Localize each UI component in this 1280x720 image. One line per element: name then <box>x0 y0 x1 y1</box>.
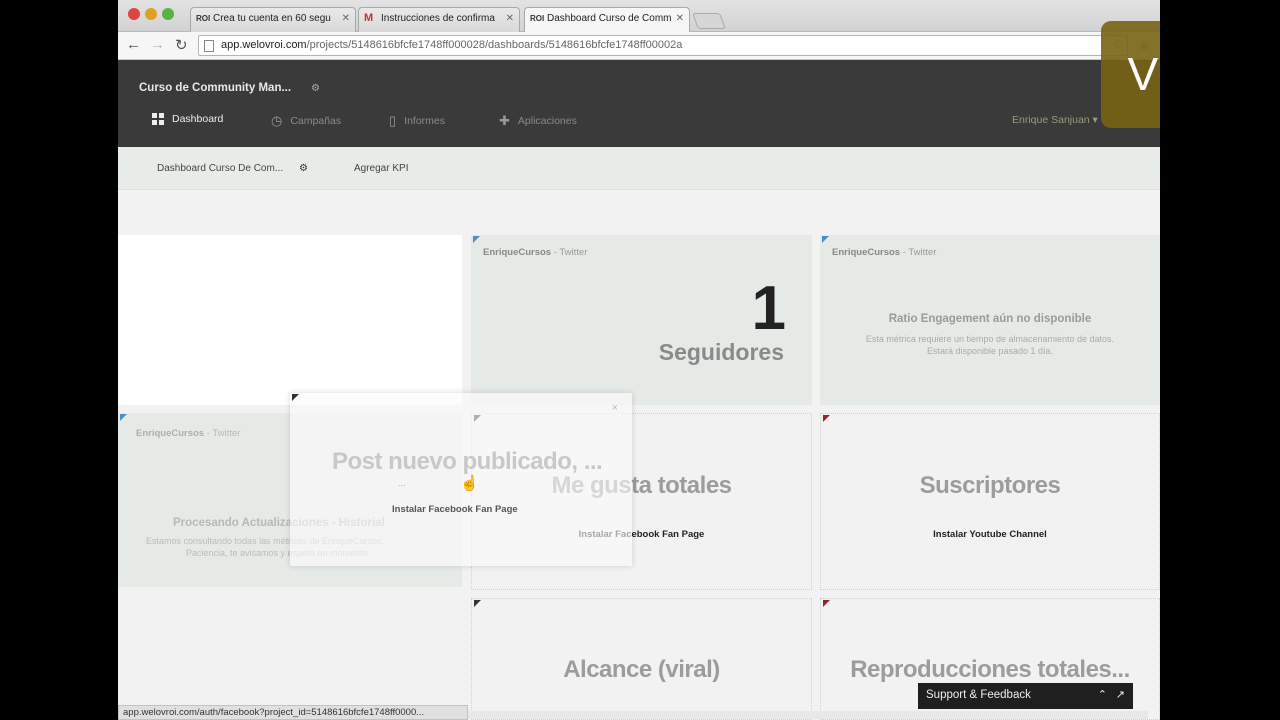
subscribers-title: Suscriptores <box>919 472 1061 499</box>
youtube-flag-icon <box>823 415 830 422</box>
nav-dashboard[interactable]: Dashboard <box>152 113 223 125</box>
install-facebook-link[interactable]: Instalar Facebook Fan Page <box>392 504 518 515</box>
nav-label: Dashboard <box>172 113 224 125</box>
dashboard-name[interactable]: Dashboard Curso De Com... <box>157 163 283 174</box>
followers-widget[interactable]: EnriqueCursos - Twitter 1 Seguidores <box>471 235 812 405</box>
tab-title: Instrucciones de confirma <box>381 13 495 24</box>
browser-window: ROI Crea tu cuenta en 60 segu ✕ M Instru… <box>118 0 1160 720</box>
install-youtube-link[interactable]: Instalar Youtube Channel <box>821 529 1159 540</box>
tab-close-icon[interactable]: ✕ <box>506 13 514 24</box>
nav-applications[interactable]: ✚ Aplicaciones <box>499 113 577 129</box>
letterbox-right <box>1160 0 1280 720</box>
facebook-flag-icon <box>292 394 299 401</box>
tab-title: Dashboard Curso de Comm <box>547 13 672 24</box>
gmail-favicon-icon: M <box>364 12 374 24</box>
widget-source: EnriqueCursos - Twitter <box>832 247 937 258</box>
status-bar: app.welovroi.com/auth/facebook?project_i… <box>118 705 468 720</box>
forward-arrow-icon[interactable]: → <box>150 36 165 53</box>
loading-indicator: ... <box>398 478 406 488</box>
project-title[interactable]: Curso de Community Man... <box>139 82 291 94</box>
browser-tab-dashboard[interactable]: ROI Dashboard Curso de Comm ✕ <box>524 7 690 33</box>
browser-toolbar: ← → ↻ app.welovroi.com/projects/5148616b… <box>118 32 1160 60</box>
page-icon <box>204 40 214 52</box>
user-menu[interactable]: Enrique Sanjuan ▾ <box>1012 114 1098 126</box>
dashboard-subnav: Dashboard Curso De Com... ⚙ Agregar KPI <box>118 147 1160 190</box>
support-feedback-widget[interactable]: Support & Feedback ⌃ ↗ <box>918 683 1133 709</box>
tab-close-icon[interactable]: ✕ <box>676 13 684 24</box>
browser-tab-gmail[interactable]: M Instrucciones de confirma ✕ <box>358 7 520 32</box>
pointer-cursor-icon: ☝ <box>460 475 479 492</box>
clock-icon: ◷ <box>271 113 283 128</box>
twitter-flag-icon <box>822 236 829 243</box>
reload-icon[interactable]: ↻ <box>175 36 188 54</box>
widget-source: EnriqueCursos - Twitter <box>483 247 588 258</box>
followers-label: Seguidores <box>658 339 784 365</box>
add-kpi-link[interactable]: Agregar KPI <box>354 163 408 174</box>
reach-title: Alcance (viral) <box>563 656 720 683</box>
minimize-window-button[interactable] <box>145 8 157 20</box>
settings-gear-icon[interactable]: ⚙ <box>299 163 308 174</box>
close-icon[interactable]: × <box>612 402 618 414</box>
app-header: Curso de Community Man... ⚙ Dashboard ◷ … <box>118 60 1160 147</box>
twitter-flag-icon <box>120 414 127 421</box>
nav-label: Campañas <box>290 115 342 127</box>
roi-favicon-icon: ROI <box>196 14 211 23</box>
tab-close-icon[interactable]: ✕ <box>342 13 350 24</box>
nav-label: Aplicaciones <box>517 115 577 127</box>
engagement-note: Esta métrica requiere un tiempo de almac… <box>865 334 1115 356</box>
url-path: /projects/5148616bfcfe1748ff000028/dashb… <box>306 39 683 51</box>
nav-reports[interactable]: ▯ Informes <box>389 113 445 129</box>
support-label: Support & Feedback <box>926 689 1031 701</box>
tab-strip: ROI Crea tu cuenta en 60 segu ✕ M Instru… <box>118 0 1160 33</box>
new-tab-button[interactable] <box>692 13 726 29</box>
plays-title: Reproducciones totales... <box>850 656 1130 683</box>
modal-heading: Post nuevo publicado, ... <box>332 448 603 475</box>
engagement-widget[interactable]: EnriqueCursos - Twitter Ratio Engagement… <box>820 235 1160 405</box>
back-arrow-icon[interactable]: ← <box>126 36 141 53</box>
widget-source: EnriqueCursos - Twitter <box>136 428 241 439</box>
youtube-flag-icon <box>823 600 830 607</box>
popout-icon[interactable]: ↗ <box>1116 688 1125 701</box>
visor-watermark: Visor <box>1101 21 1160 128</box>
gear-icon[interactable]: ⚙ <box>311 83 320 94</box>
close-window-button[interactable] <box>128 8 140 20</box>
url-host: app.welovroi.com <box>221 39 307 51</box>
facebook-flag-icon <box>474 600 481 607</box>
nav-label: Informes <box>404 115 446 127</box>
address-bar[interactable]: app.welovroi.com/projects/5148616bfcfe17… <box>198 35 1128 56</box>
plus-icon: ✚ <box>499 113 510 128</box>
tab-title: Crea tu cuenta en 60 segu <box>213 13 331 24</box>
nav-campaigns[interactable]: ◷ Campañas <box>271 113 341 129</box>
zoom-window-button[interactable] <box>162 8 174 20</box>
followers-count: 1 <box>751 274 787 343</box>
reach-widget[interactable]: Alcance (viral) <box>471 598 812 720</box>
horizontal-scrollbar[interactable] <box>468 711 1148 719</box>
chevron-up-icon[interactable]: ⌃ <box>1098 688 1107 701</box>
grid-icon <box>152 113 164 125</box>
document-icon: ▯ <box>389 113 397 128</box>
twitter-flag-icon <box>473 236 480 243</box>
subscribers-widget[interactable]: Suscriptores Instalar Youtube Channel <box>820 413 1160 590</box>
engagement-heading: Ratio Engagement aún no disponible <box>888 313 1092 325</box>
browser-tab-signup[interactable]: ROI Crea tu cuenta en 60 segu ✕ <box>190 7 356 32</box>
empty-widget <box>118 235 462 405</box>
roi-favicon-icon: ROI <box>530 14 545 23</box>
